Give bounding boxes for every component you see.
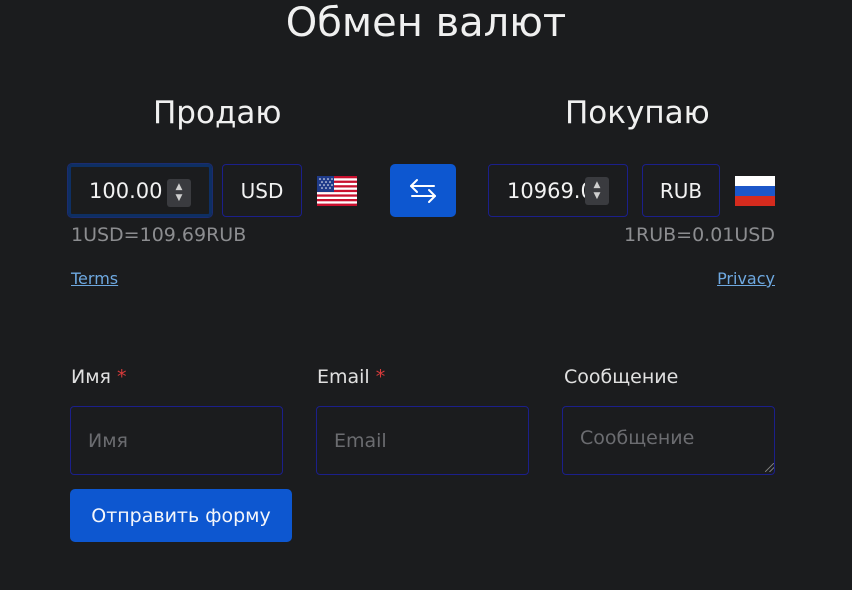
message-label: Сообщение [564,366,679,388]
email-field[interactable] [316,406,529,475]
sell-amount-stepper[interactable]: ▲ ▼ [167,179,191,207]
buy-amount-input[interactable]: 10969.0 ▲ ▼ [488,164,628,217]
swap-arrows-icon[interactable] [408,177,438,205]
chevron-down-icon[interactable]: ▼ [594,191,601,202]
chevron-up-icon[interactable]: ▲ [176,182,183,193]
sell-amount-value[interactable]: 100.00 [89,179,162,203]
sell-amount-input[interactable]: 100.00 ▲ ▼ [67,163,213,218]
terms-link[interactable]: Terms [71,269,118,288]
name-label-text: Имя [71,366,111,388]
swap-button[interactable] [390,164,456,217]
sell-rate-text: 1USD=109.69RUB [71,224,247,246]
currency-exchange-page: Обмен валют Продаю Покупаю 100.00 ▲ ▼ US… [0,0,852,590]
name-field[interactable] [70,406,283,475]
buy-amount-value[interactable]: 10969.0 [507,179,594,203]
us-flag-icon [317,176,357,206]
chevron-up-icon[interactable]: ▲ [594,180,601,191]
buy-amount-stepper[interactable]: ▲ ▼ [585,177,609,205]
buy-rate-text: 1RUB=0.01USD [623,224,775,246]
privacy-link[interactable]: Privacy [717,269,775,288]
resize-handle-icon[interactable] [765,463,774,472]
ru-flag-icon [735,176,775,206]
required-mark: * [375,366,386,388]
buy-currency-select[interactable]: RUB [642,164,720,217]
required-mark: * [117,366,127,388]
sell-currency-select[interactable]: USD [222,164,302,217]
page-title: Обмен валют [285,0,567,46]
chevron-down-icon[interactable]: ▼ [176,193,183,204]
name-label: Имя * [71,366,127,388]
email-label: Email * [317,366,385,388]
buy-heading: Покупаю [565,95,710,131]
sell-heading: Продаю [153,95,282,131]
submit-button[interactable]: Отправить форму [70,489,292,542]
email-label-text: Email [317,366,370,388]
message-field[interactable] [562,406,775,475]
